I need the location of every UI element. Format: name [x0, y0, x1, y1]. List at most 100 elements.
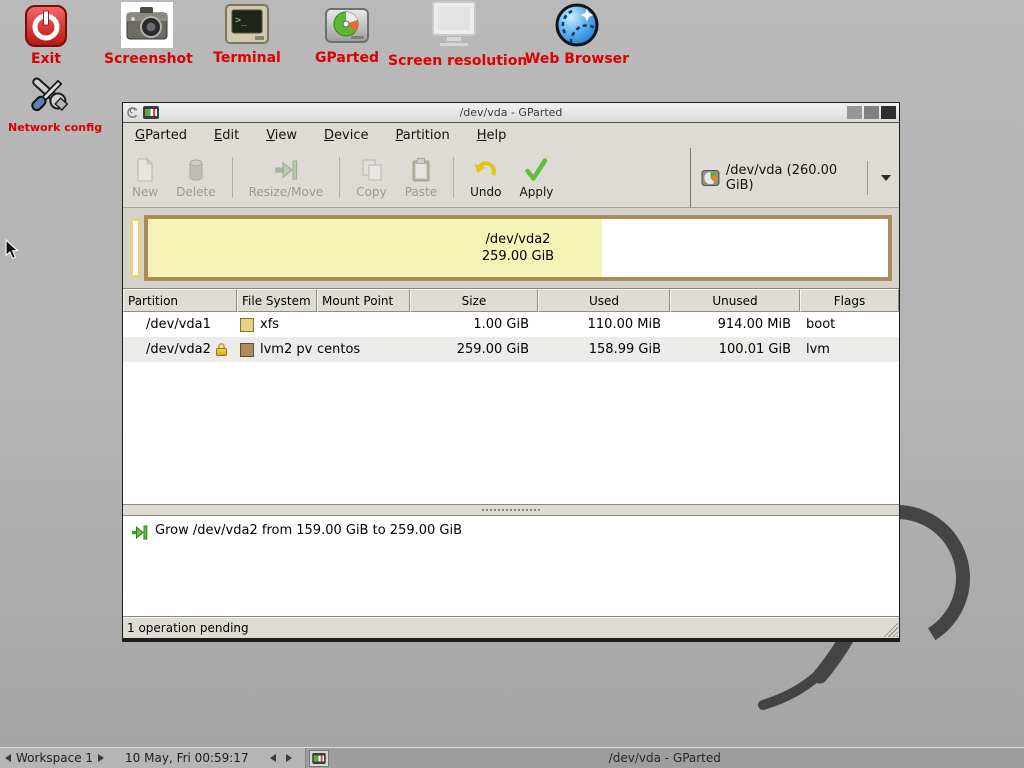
disk-visual: /dev/vda2 259.00 GiB [123, 208, 899, 288]
filesystem-name: xfs [260, 317, 279, 332]
workspace-next-arrow[interactable] [98, 754, 104, 762]
desktop-icon-label: Exit [14, 52, 78, 67]
desktop-icon-network-config[interactable]: Network config [8, 70, 90, 135]
table-row-vda1[interactable]: /dev/vda1 xfs 1.00 GiB 110.00 MiB 914.00… [123, 312, 899, 337]
device-selector-value: /dev/vda (260.00 GiB) [726, 163, 861, 193]
menu-partition[interactable]: Partition [396, 128, 450, 143]
desktop-icon-screenshot[interactable]: Screenshot [104, 2, 190, 67]
window-title: /dev/vda - GParted [123, 106, 899, 119]
toolbar: New Delete Resize/Move Copy [123, 148, 899, 208]
disk-icon [701, 168, 720, 188]
terminal-icon: >_ [224, 3, 270, 47]
resize-move-icon [273, 157, 299, 183]
size-cell: 259.00 GiB [410, 337, 538, 362]
tools-icon [23, 70, 75, 116]
menu-edit[interactable]: Edit [214, 128, 239, 143]
window-menu-swirl-icon[interactable] [126, 106, 139, 119]
desktop-icon-label: Network config [8, 120, 90, 135]
disk-visual-partition-size: 259.00 GiB [482, 248, 554, 265]
toolbar-separator [453, 157, 454, 198]
flags-cell: lvm [800, 337, 899, 362]
desktop-icon-label: Screen resolution [388, 54, 520, 69]
device-selector-panel: /dev/vda (260.00 GiB) [690, 148, 899, 207]
disk-visual-vda1[interactable] [130, 218, 141, 278]
column-header-size[interactable]: Size [410, 289, 538, 312]
column-header-flags[interactable]: Flags [800, 289, 899, 312]
desktop-icon-terminal[interactable]: >_ Terminal [210, 3, 284, 66]
used-cell: 110.00 MiB [538, 312, 670, 337]
workspace-label[interactable]: Workspace 1 [16, 751, 93, 765]
column-header-unused[interactable]: Unused [670, 289, 800, 312]
menu-view[interactable]: View [266, 128, 297, 143]
task-button-gparted[interactable]: /dev/vda - GParted [305, 748, 1024, 768]
paste-button[interactable]: Paste [396, 148, 446, 207]
desktop-icon-exit[interactable]: Exit [14, 4, 78, 67]
resize-grip[interactable] [883, 622, 898, 637]
desktop-icon-screen-resolution[interactable]: Screen resolution [388, 0, 520, 69]
iconify-button[interactable] [847, 106, 862, 119]
partition-name: /dev/vda2 [146, 342, 211, 357]
menu-device[interactable]: Device [324, 128, 368, 143]
camera-icon [121, 2, 173, 48]
disk-visual-vda2[interactable]: /dev/vda2 259.00 GiB [144, 215, 892, 281]
desktop-icon-gparted[interactable]: GParted [314, 5, 380, 66]
undo-button[interactable]: Undo [461, 148, 510, 207]
filesystem-color-chip [240, 343, 254, 357]
resize-move-button[interactable]: Resize/Move [240, 148, 333, 207]
close-button[interactable] [881, 106, 896, 119]
delete-icon [184, 157, 208, 183]
toolbar-separator [339, 157, 340, 198]
splitter-grip [482, 509, 540, 511]
desktop-icon-label: GParted [314, 51, 380, 66]
desktop-icon-web-browser[interactable]: Web Browser [522, 2, 632, 67]
statusbar: 1 operation pending [123, 617, 899, 638]
unused-cell: 100.01 GiB [670, 337, 800, 362]
menu-gparted[interactable]: GParted [135, 128, 187, 143]
copy-button[interactable]: Copy [347, 148, 395, 207]
globe-icon [554, 2, 600, 48]
mouse-cursor [5, 239, 20, 261]
new-icon [133, 157, 157, 183]
table-row-vda2[interactable]: /dev/vda2 lvm2 pv centos 259.00 GiB 158.… [123, 337, 899, 362]
gparted-disk-icon [324, 5, 370, 47]
menu-help[interactable]: Help [477, 128, 507, 143]
mount-point: centos [317, 342, 360, 357]
desktop-icon-label: Web Browser [522, 52, 632, 67]
unused-cell: 914.00 MiB [670, 312, 800, 337]
pane-splitter[interactable] [123, 505, 899, 515]
maximize-button[interactable] [864, 106, 879, 119]
size-cell: 1.00 GiB [410, 312, 538, 337]
chevron-down-icon [881, 175, 891, 181]
combo-separator [867, 161, 868, 195]
monitor-icon [430, 0, 478, 50]
delete-button[interactable]: Delete [167, 148, 224, 207]
workspace-prev-arrow[interactable] [5, 754, 11, 762]
filesystem-name: lvm2 pv [260, 342, 312, 357]
operation-item[interactable]: Grow /dev/vda2 from 159.00 GiB to 259.00… [155, 523, 462, 538]
svg-text:>_: >_ [235, 15, 248, 26]
used-cell: 158.99 GiB [538, 337, 670, 362]
desktop-icon-label: Terminal [210, 51, 284, 66]
window-titlebar[interactable]: /dev/vda - GParted [123, 103, 899, 123]
gparted-window: /dev/vda - GParted GParted Edit View Dev… [122, 102, 900, 642]
column-header-used[interactable]: Used [538, 289, 670, 312]
device-selector[interactable]: /dev/vda (260.00 GiB) [701, 161, 891, 195]
grow-operation-icon [131, 524, 148, 541]
paste-icon [409, 157, 433, 183]
column-header-mountpoint[interactable]: Mount Point [317, 289, 410, 312]
flags-cell: boot [800, 312, 899, 337]
partition-name: /dev/vda1 [146, 317, 211, 332]
column-header-partition[interactable]: Partition [123, 289, 237, 312]
taskbar: Workspace 1 10 May, Fri 00:59:17 /dev/vd… [0, 747, 1024, 768]
task-next-arrow[interactable] [286, 754, 292, 762]
copy-icon [359, 157, 385, 183]
table-empty-area [123, 362, 899, 504]
partition-table: Partition File System Mount Point Size U… [123, 288, 899, 505]
lock-icon [216, 343, 229, 356]
column-header-filesystem[interactable]: File System [237, 289, 317, 312]
new-button[interactable]: New [123, 148, 167, 207]
exit-icon [24, 4, 68, 48]
task-prev-arrow[interactable] [270, 754, 276, 762]
filesystem-color-chip [240, 318, 254, 332]
apply-button[interactable]: Apply [511, 148, 563, 207]
